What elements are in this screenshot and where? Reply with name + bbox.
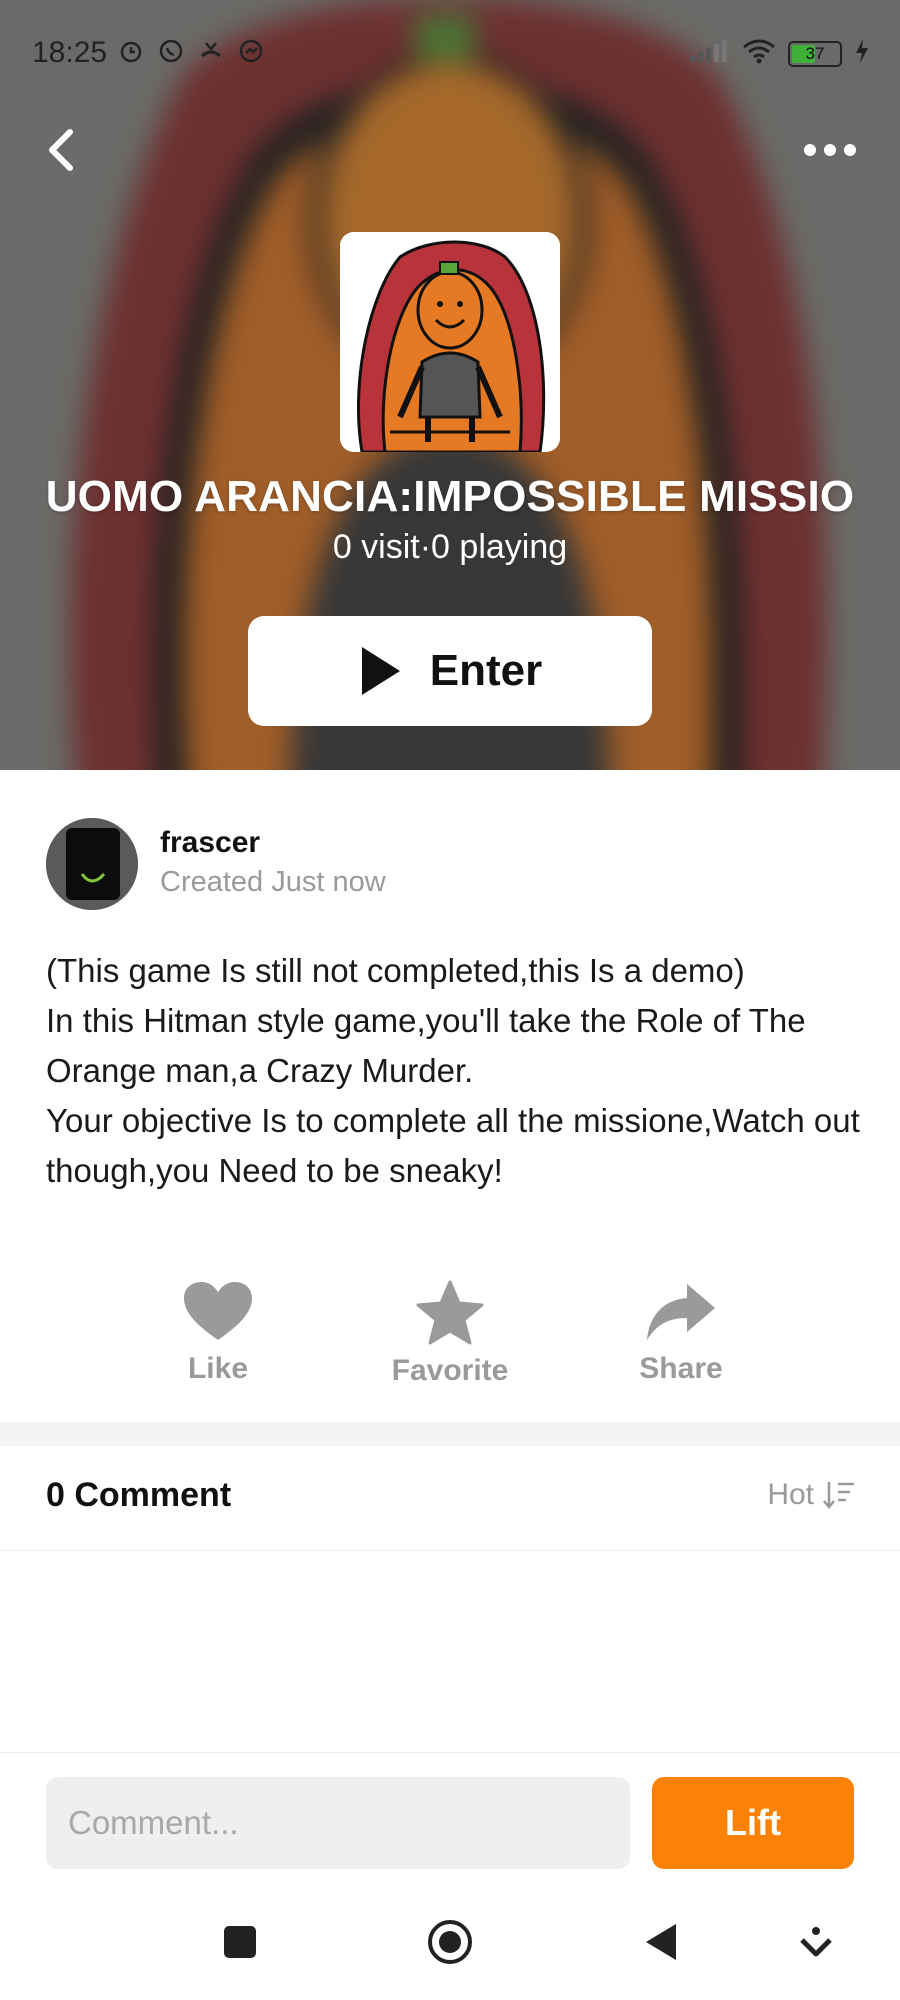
whatsapp-icon xyxy=(158,38,184,64)
battery-percent: 37 xyxy=(805,43,825,63)
sort-icon xyxy=(823,1482,854,1509)
share-arrow-icon xyxy=(647,1284,715,1340)
home-circle-icon xyxy=(428,1920,472,1964)
comment-input[interactable] xyxy=(46,1777,630,1869)
messenger-icon xyxy=(238,38,264,64)
author-row[interactable]: frascer Created Just now xyxy=(46,818,866,910)
status-time: 18:25 xyxy=(32,36,108,69)
missed-call-icon xyxy=(198,38,224,64)
action-bar: Like Favorite Share xyxy=(0,1280,900,1410)
square-icon xyxy=(224,1926,256,1958)
nav-back-button[interactable] xyxy=(634,1916,686,1968)
sort-button[interactable]: Hot xyxy=(767,1478,856,1512)
home-button[interactable] xyxy=(424,1916,476,1968)
play-icon xyxy=(361,647,400,695)
comment-bar: Lift xyxy=(0,1752,900,1872)
author-name[interactable]: frascer xyxy=(160,826,260,860)
status-notification-icons xyxy=(118,38,264,64)
created-time: Created Just now xyxy=(160,866,386,898)
more-options-button[interactable] xyxy=(800,130,860,170)
game-stats: 0 visit·0 playing xyxy=(332,528,568,566)
heart-icon xyxy=(184,1282,252,1340)
enter-button[interactable]: Enter xyxy=(248,616,652,726)
avatar[interactable] xyxy=(46,818,138,910)
status-system-icons: 37 xyxy=(688,38,870,69)
section-divider xyxy=(0,1422,900,1446)
signal-icon xyxy=(688,38,730,69)
alarm-icon xyxy=(118,38,144,64)
wifi-icon xyxy=(742,38,776,69)
like-button[interactable]: Like xyxy=(138,1280,298,1386)
sort-label: Hot xyxy=(767,1478,814,1511)
accessibility-icon xyxy=(800,1927,832,1957)
status-bar: 18:25 37 xyxy=(0,0,900,110)
more-dots-icon xyxy=(804,144,856,156)
game-thumbnail xyxy=(340,232,560,452)
favorite-button[interactable]: Favorite xyxy=(370,1280,530,1388)
back-triangle-icon xyxy=(646,1924,676,1960)
back-button[interactable] xyxy=(40,122,84,178)
accessibility-button[interactable] xyxy=(790,1916,842,1968)
comments-divider xyxy=(0,1550,900,1551)
chevron-left-icon xyxy=(49,129,73,171)
share-button[interactable]: Share xyxy=(601,1280,761,1386)
recents-button[interactable] xyxy=(214,1916,266,1968)
comments-header: 0 Comment Hot xyxy=(46,1476,856,1526)
charging-icon xyxy=(854,38,870,69)
like-label: Like xyxy=(187,1352,249,1385)
system-nav-bar xyxy=(0,1890,900,2000)
favorite-label: Favorite xyxy=(391,1354,509,1387)
share-label: Share xyxy=(639,1352,723,1385)
game-description: (This game Is still not completed,this I… xyxy=(46,952,860,1189)
comment-count: 0 Comment xyxy=(46,1476,232,1514)
game-title: UOMO ARANCIA:IMPOSSIBLE MISSIO xyxy=(45,472,855,521)
game-hero: 18:25 37 UOMO ARANCIA:IMPOSSIBLE MISSIO … xyxy=(0,0,900,770)
enter-label: Enter xyxy=(429,646,543,695)
battery-icon: 37 xyxy=(788,40,842,67)
star-icon xyxy=(416,1280,484,1345)
lift-button[interactable]: Lift xyxy=(652,1777,854,1869)
